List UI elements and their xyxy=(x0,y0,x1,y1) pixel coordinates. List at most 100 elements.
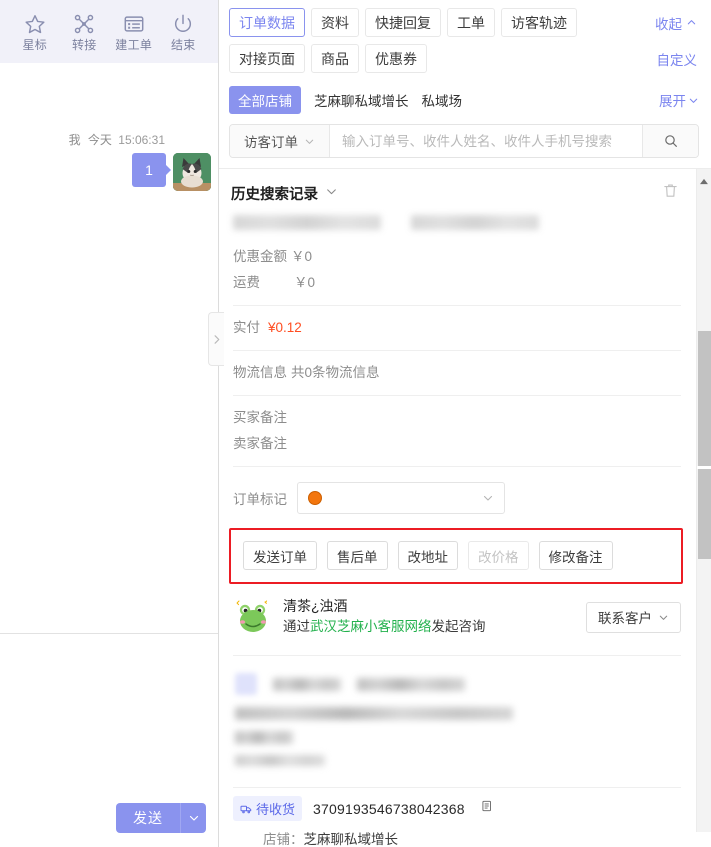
toolbar-label-star: 星标 xyxy=(22,37,48,52)
source-suffix: 发起咨询 xyxy=(431,619,486,634)
redacted-text xyxy=(235,755,325,766)
tab-order-data[interactable]: 订单数据 xyxy=(229,8,305,37)
send-options-button[interactable] xyxy=(180,803,206,833)
order-tag-select[interactable] xyxy=(297,482,505,514)
send-button[interactable]: 发送 xyxy=(116,803,180,833)
customize-tabs-button[interactable]: 自定义 xyxy=(657,49,698,69)
clear-history-button[interactable] xyxy=(662,182,679,204)
chevron-right-icon xyxy=(214,334,220,344)
toolbar-label-transfer: 转接 xyxy=(71,37,97,52)
history-tag-redacted[interactable] xyxy=(233,215,381,230)
seller-note-label: 卖家备注 xyxy=(233,436,287,451)
search-scope-select[interactable]: 访客订单 xyxy=(230,125,330,157)
toolbar-label-end: 结束 xyxy=(170,37,196,52)
toolbar-button-create-ticket[interactable]: 建工单 xyxy=(111,13,157,51)
shop-filter-item-0[interactable]: 芝麻聊私域增长 xyxy=(314,90,409,110)
after-sales-button[interactable]: 售后单 xyxy=(327,541,388,570)
shop-filter-all[interactable]: 全部店铺 xyxy=(229,86,301,114)
collapse-tabs-label: 收起 xyxy=(655,16,682,32)
logistics-value: 共0条物流信息 xyxy=(291,365,380,380)
scrollbar-thumb[interactable] xyxy=(698,331,711,559)
paid-row: 实付 ¥0.12 xyxy=(229,315,683,341)
message-text: 1 xyxy=(145,162,153,178)
action-label: 改地址 xyxy=(407,549,449,565)
toolbar-button-end[interactable]: 结束 xyxy=(160,13,206,51)
order-actions-highlight-box: 发送订单 售后单 改地址 改价格 修改备注 xyxy=(229,528,683,584)
toolbar-button-star[interactable]: 星标 xyxy=(12,13,58,51)
tab-integration-page[interactable]: 对接页面 xyxy=(229,44,305,73)
toolbar-button-transfer[interactable]: 转接 xyxy=(61,13,107,51)
chevron-down-icon xyxy=(305,139,314,144)
chevron-down-icon[interactable] xyxy=(325,185,338,202)
redacted-row xyxy=(235,673,681,695)
vertical-scrollbar[interactable] xyxy=(696,169,711,832)
message-sender: 我 xyxy=(68,133,81,147)
section-divider xyxy=(233,655,681,656)
chevron-down-icon xyxy=(689,98,698,103)
scrollbar-marker xyxy=(697,466,711,469)
shop-filter-label: 芝麻聊私域增长 xyxy=(314,94,409,109)
collapse-tabs-button[interactable]: 收起 xyxy=(655,13,697,33)
tab-work-order[interactable]: 工单 xyxy=(447,8,495,37)
tab-coupons[interactable]: 优惠券 xyxy=(365,44,427,73)
redacted-text xyxy=(357,677,465,691)
change-address-button[interactable]: 改地址 xyxy=(397,541,458,570)
chat-message: 我 今天 15:06:31 1 xyxy=(0,133,219,191)
customer-info: 清茶¿浊酒 通过武汉芝麻小客服网络发起咨询 xyxy=(283,596,576,638)
customer-avatar[interactable] xyxy=(233,597,273,637)
order-tag-row: 订单标记 xyxy=(229,476,683,524)
search-input[interactable] xyxy=(330,125,642,157)
redacted-text xyxy=(235,707,513,720)
chevron-down-icon xyxy=(483,495,493,501)
contact-customer-label: 联系客户 xyxy=(598,611,652,626)
frog-avatar xyxy=(233,597,273,637)
toolbar-label-create-ticket: 建工单 xyxy=(115,37,153,52)
discount-value: ￥0 xyxy=(291,249,313,264)
order-content: 历史搜索记录 优惠金额 ￥0 运费 ￥0 实付 ¥0.12 物流信息 共0条物流… xyxy=(219,169,711,847)
logistics-label: 物流信息 xyxy=(233,365,287,380)
tab-quick-reply[interactable]: 快捷回复 xyxy=(365,8,441,37)
customize-tabs-label: 自定义 xyxy=(656,52,698,68)
message-bubble[interactable]: 1 xyxy=(132,153,171,187)
search-row: 访客订单 xyxy=(219,120,711,168)
message-day: 今天 xyxy=(87,133,112,147)
search-box: 访客订单 xyxy=(229,124,699,158)
order-shop-label: 店铺： xyxy=(263,832,304,847)
copy-icon xyxy=(482,800,491,812)
history-title-group[interactable]: 历史搜索记录 xyxy=(231,183,338,204)
avatar[interactable] xyxy=(173,153,211,191)
shipping-value: ￥0 xyxy=(294,275,316,290)
shop-filter-item-1[interactable]: 私域场 xyxy=(422,90,463,110)
compose-area[interactable]: 发送 xyxy=(0,634,218,847)
panel-collapse-handle[interactable] xyxy=(208,312,224,366)
edit-note-button[interactable]: 修改备注 xyxy=(538,541,613,570)
search-submit-button[interactable] xyxy=(642,125,698,157)
tab-profile[interactable]: 资料 xyxy=(311,8,359,37)
app-root: 星标 转接 建工单 结束 我 今天 15:06:31 1 发送 订单数据 资料 … xyxy=(0,0,711,847)
contact-customer-button[interactable]: 联系客户 xyxy=(586,601,681,633)
tab-label: 优惠券 xyxy=(375,50,417,67)
customer-name: 清茶¿浊酒 xyxy=(283,598,348,614)
discount-row: 优惠金额 ￥0 xyxy=(229,244,683,270)
chevron-down-icon xyxy=(659,615,668,620)
action-label: 修改备注 xyxy=(548,549,603,565)
order-number: 3709193546738042368 xyxy=(313,800,465,817)
scroll-up-button[interactable] xyxy=(700,172,709,190)
source-link[interactable]: 武汉芝麻小客服网络 xyxy=(310,619,432,634)
send-order-button[interactable]: 发送订单 xyxy=(243,541,317,570)
status-badge: 待收货 xyxy=(233,796,303,821)
order-tag-label: 订单标记 xyxy=(233,492,287,507)
logistics-row: 物流信息 共0条物流信息 xyxy=(229,360,683,386)
tab-label: 对接页面 xyxy=(239,50,295,67)
copy-order-number-button[interactable] xyxy=(480,799,494,818)
tab-label: 工单 xyxy=(457,14,485,31)
message-time: 15:06:31 xyxy=(118,133,165,147)
seller-note-row: 卖家备注 xyxy=(229,431,683,457)
paid-value: ¥0.12 xyxy=(268,320,302,335)
history-tag-redacted[interactable] xyxy=(411,215,539,230)
shop-expand-button[interactable]: 展开 xyxy=(659,90,699,110)
tab-visitor-trace[interactable]: 访客轨迹 xyxy=(501,8,577,37)
section-divider xyxy=(233,787,681,788)
section-divider xyxy=(233,466,681,467)
tab-products[interactable]: 商品 xyxy=(311,44,359,73)
